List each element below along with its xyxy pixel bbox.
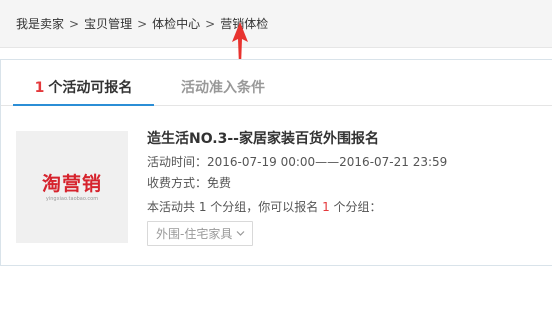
groups-suffix: 个分组：	[329, 200, 382, 214]
activity-logo: 淘营销 yingxiao.taobao.com	[16, 131, 128, 243]
breadcrumb: 我是卖家 > 宝贝管理 > 体检中心 > 营销体检	[0, 0, 552, 48]
fee-value: 免费	[207, 176, 232, 190]
activity-count: 1	[34, 80, 45, 96]
activity-title[interactable]: 造生活NO.3--家居家装百货外围报名	[147, 128, 379, 148]
tab-admission-conditions[interactable]: 活动准入条件	[173, 60, 273, 106]
breadcrumb-item-seller[interactable]: 我是卖家	[16, 15, 64, 32]
breadcrumb-separator: >	[205, 16, 216, 31]
chevron-down-icon	[236, 231, 245, 236]
tab-available-label: 个活动可报名	[48, 80, 133, 96]
logo-subtext: yingxiao.taobao.com	[45, 195, 99, 202]
breadcrumb-separator: >	[137, 16, 148, 31]
fee-label: 收费方式：	[147, 176, 208, 190]
groups-prefix: 本活动共 1 个分组，你可以报名	[147, 200, 323, 214]
tab-conditions-label: 活动准入条件	[181, 80, 265, 96]
breadcrumb-item-checkup-center[interactable]: 体检中心	[152, 15, 200, 32]
group-select[interactable]: 外围-住宅家具	[147, 221, 253, 246]
activity-groups: 本活动共 1 个分组，你可以报名 1 个分组：	[147, 198, 382, 215]
time-value: 2016-07-19 00:00——2016-07-21 23:59	[207, 155, 448, 169]
group-select-value: 外围-住宅家具	[156, 227, 233, 241]
time-label: 活动时间：	[147, 155, 208, 169]
tab-bar: 1 个活动可报名 活动准入条件	[1, 60, 552, 106]
groups-count: 1	[322, 200, 330, 214]
activity-time: 活动时间：2016-07-19 00:00——2016-07-21 23:59	[147, 153, 447, 170]
breadcrumb-item-item-management[interactable]: 宝贝管理	[84, 15, 132, 32]
tab-available-activities[interactable]: 1 个活动可报名	[13, 60, 154, 106]
activity-panel: 1 个活动可报名 活动准入条件 淘营销 yingxiao.taobao.com 造…	[0, 59, 552, 266]
activity-fee: 收费方式：免费	[147, 174, 231, 191]
breadcrumb-separator: >	[69, 16, 80, 31]
logo-text: 淘营销	[41, 172, 102, 195]
